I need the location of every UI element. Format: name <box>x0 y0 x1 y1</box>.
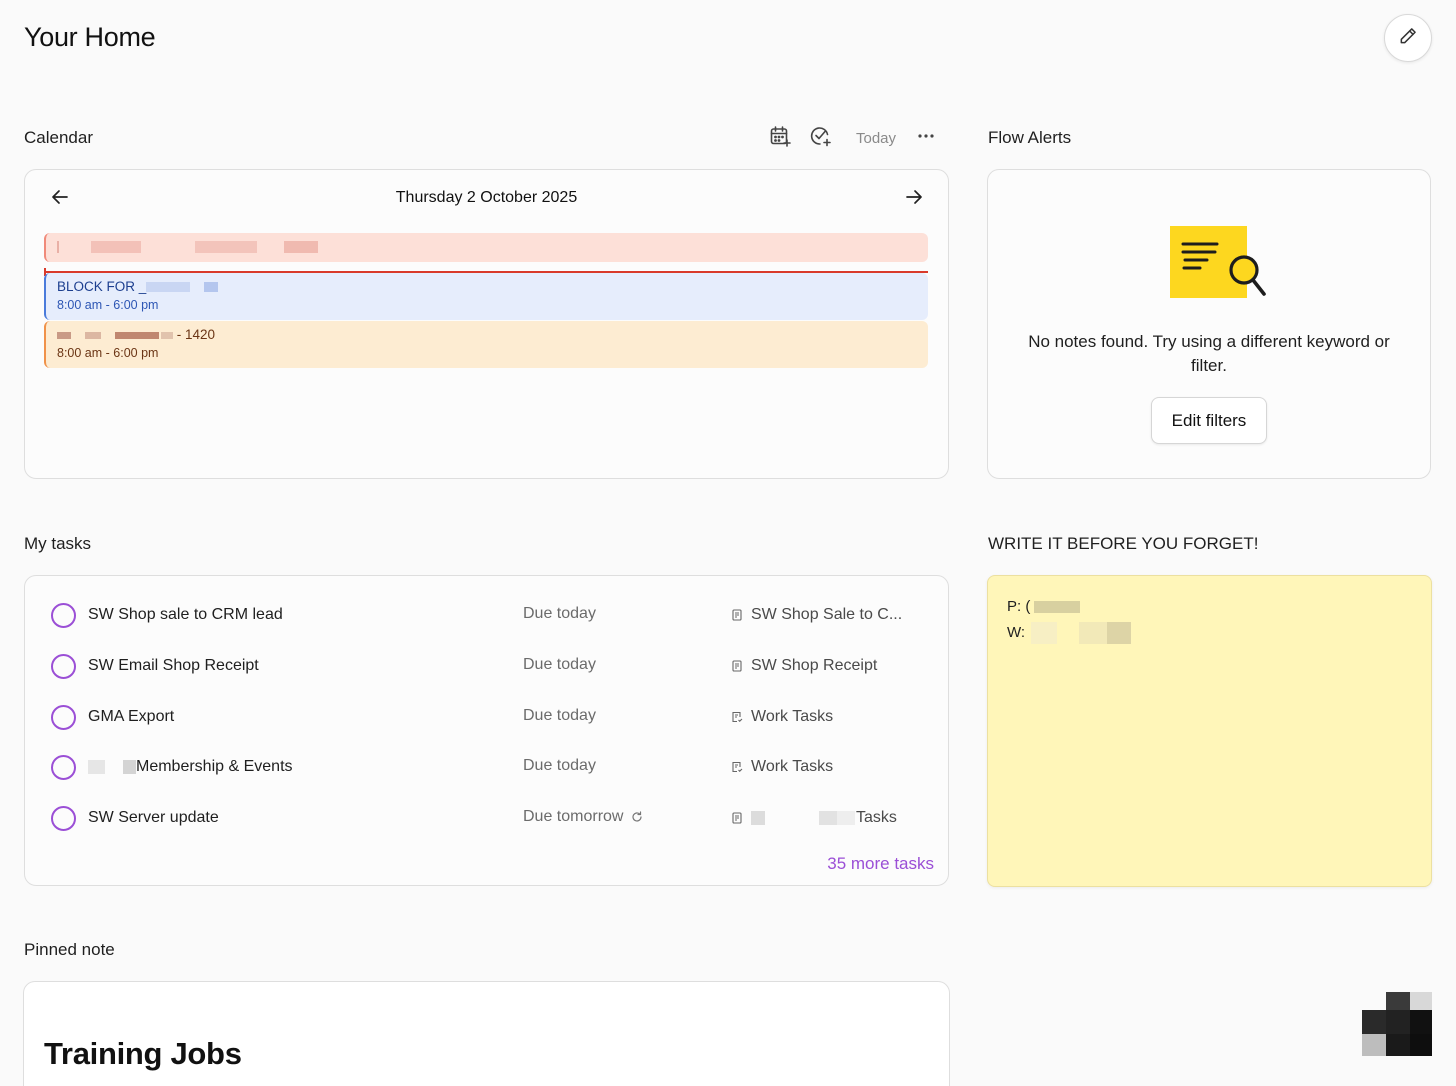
more-tasks-link[interactable]: 35 more tasks <box>827 854 934 874</box>
pinned-section-title: Pinned note <box>24 940 115 959</box>
add-event-button[interactable] <box>768 124 792 152</box>
sticky-note[interactable]: P: ( W: <box>987 575 1432 887</box>
event-time: 8:00 am - 6:00 pm <box>57 298 159 312</box>
task-complete-checkbox[interactable] <box>51 806 76 831</box>
note-search-icon <box>1170 226 1266 303</box>
task-complete-checkbox[interactable] <box>51 654 76 679</box>
task-row[interactable]: SW Email Shop Receipt Due today SW Shop … <box>25 647 947 687</box>
calendar-section-title: Calendar <box>24 128 93 147</box>
task-row[interactable]: GMA Export Due today Work Tasks <box>25 698 947 738</box>
pinned-note-title: Training Jobs <box>44 1036 242 1071</box>
task-complete-checkbox[interactable] <box>51 705 76 730</box>
task-name: GMA Export <box>88 708 175 725</box>
calendar-toolbar: Today <box>768 124 936 152</box>
task-row[interactable]: Membership & Events Due today Work Tasks <box>25 748 947 788</box>
sticky-section-title: WRITE IT BEFORE YOU FORGET! <box>988 534 1259 553</box>
next-day-button[interactable] <box>902 187 926 211</box>
calendar-more-button[interactable] <box>916 124 936 152</box>
task-due: Due today <box>523 605 596 622</box>
task-project-label: Work Tasks <box>751 708 834 725</box>
checklist-icon <box>731 711 743 723</box>
calendar-event[interactable]: - 1420 8:00 am - 6:00 pm <box>44 321 928 368</box>
page-title: Your Home <box>24 22 156 52</box>
task-project[interactable]: Work Tasks <box>731 708 833 726</box>
task-project-label: SW Shop Receipt <box>751 657 878 674</box>
flow-alerts-card: No notes found. Try using a different ke… <box>987 169 1431 479</box>
note-icon <box>731 660 743 672</box>
task-project-label: Tasks <box>856 809 897 826</box>
calendar-plus-icon <box>768 124 792 153</box>
arrow-right-icon <box>904 187 924 212</box>
edit-home-button[interactable] <box>1384 14 1432 62</box>
repeat-icon <box>631 811 643 823</box>
ellipsis-icon <box>916 126 936 151</box>
task-project-label: SW Shop Sale to C... <box>751 606 903 623</box>
event-time: 8:00 am - 6:00 pm <box>57 346 159 360</box>
task-project[interactable]: Tasks <box>731 809 897 827</box>
task-project-label: Work Tasks <box>751 758 834 775</box>
checklist-icon <box>731 761 743 773</box>
pinned-note-card[interactable]: Training Jobs <box>23 981 950 1086</box>
flow-alerts-empty-message: No notes found. Try using a different ke… <box>1028 332 1390 375</box>
event-title: - 1420 <box>176 327 216 342</box>
sticky-line: P: ( <box>1007 598 1081 615</box>
tasks-section-title: My tasks <box>24 534 92 553</box>
task-project[interactable]: SW Shop Sale to C... <box>731 606 902 624</box>
task-name: SW Server update <box>88 809 219 826</box>
calendar-event[interactable] <box>44 233 928 262</box>
task-due: Due today <box>523 656 596 673</box>
calendar-card: Thursday 2 October 2025 BLOCK FOR _ 8:00… <box>24 169 949 479</box>
add-task-button[interactable] <box>808 124 832 152</box>
task-due: Due tomorrow <box>523 808 643 826</box>
task-row[interactable]: SW Shop sale to CRM lead Due today SW Sh… <box>25 596 947 636</box>
task-project[interactable]: SW Shop Receipt <box>731 657 877 675</box>
calendar-date: Thursday 2 October 2025 <box>395 189 578 206</box>
check-circle-plus-icon <box>808 124 832 153</box>
tasks-card: SW Shop sale to CRM lead Due today SW Sh… <box>24 575 949 886</box>
today-button[interactable]: Today <box>856 124 896 152</box>
assistant-widget-button[interactable] <box>1362 992 1432 1056</box>
task-project[interactable]: Work Tasks <box>731 758 833 776</box>
sticky-line: W: <box>1007 622 1132 644</box>
flow-alerts-section-title: Flow Alerts <box>988 128 1072 147</box>
edit-filters-button[interactable]: Edit filters <box>1151 397 1267 444</box>
pencil-icon <box>1398 26 1418 51</box>
task-due: Due today <box>523 757 596 774</box>
task-due: Due today <box>523 707 596 724</box>
task-name: SW Email Shop Receipt <box>88 657 259 674</box>
note-icon <box>731 609 743 621</box>
task-name: Membership & Events <box>88 758 293 776</box>
task-row[interactable]: SW Server update Due tomorrow Tasks <box>25 799 947 839</box>
task-name: SW Shop sale to CRM lead <box>88 606 283 623</box>
task-complete-checkbox[interactable] <box>51 755 76 780</box>
note-icon <box>731 812 743 824</box>
task-complete-checkbox[interactable] <box>51 603 76 628</box>
event-title: BLOCK FOR _ <box>57 279 147 294</box>
calendar-event[interactable]: BLOCK FOR _ 8:00 am - 6:00 pm <box>44 273 928 320</box>
